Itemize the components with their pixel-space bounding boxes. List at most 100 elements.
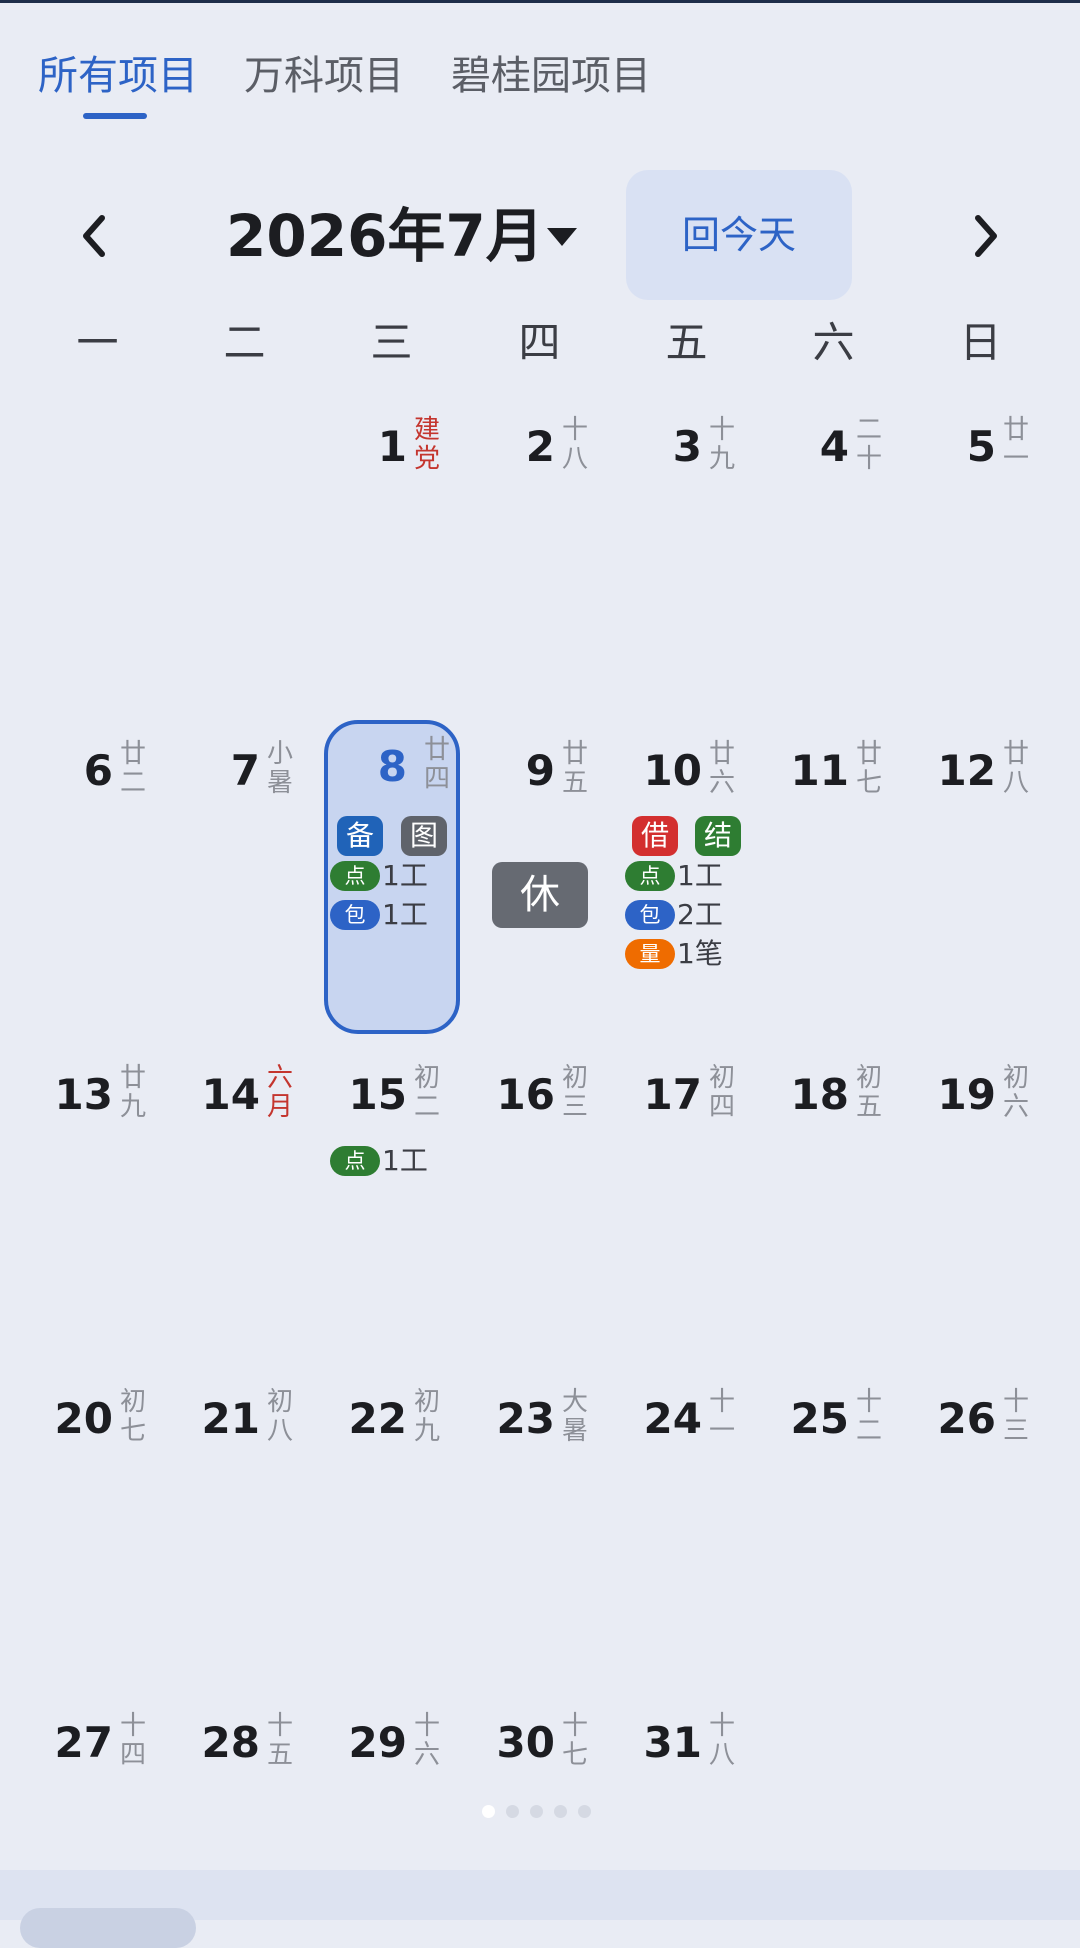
day-number: 18 <box>790 1070 849 1119</box>
day-cell[interactable]: 27 十四 <box>24 1696 171 1796</box>
day-number: 30 <box>496 1718 555 1767</box>
event-count: 1笔 <box>677 937 723 970</box>
day-cell[interactable]: 24 十一 <box>613 1372 760 1682</box>
day-cell[interactable]: 30 十七 <box>466 1696 613 1796</box>
lunar-date: 廿七 <box>855 739 882 798</box>
day-cell[interactable]: 2 十八 <box>466 400 613 710</box>
day-cell[interactable]: 22 初九 <box>318 1372 465 1682</box>
event-count: 1工 <box>382 1144 428 1177</box>
lunar-date: 初四 <box>708 1063 735 1122</box>
day-cell-selected[interactable]: 8 廿四 备 图 点 1工 包 1工 <box>297 720 460 1034</box>
day-cell[interactable]: 5 廿一 <box>907 400 1054 710</box>
tab-all-projects[interactable]: 所有项目 <box>38 50 198 102</box>
next-month-button[interactable] <box>954 206 1014 266</box>
day-number: 24 <box>643 1394 702 1443</box>
day-cell[interactable]: 16 初三 <box>466 1048 613 1358</box>
day-number: 19 <box>937 1070 996 1119</box>
day-number: 27 <box>54 1718 113 1767</box>
day-cell[interactable]: 4 二十 <box>760 400 907 710</box>
day-cell[interactable]: 7 小暑 <box>171 724 318 1034</box>
lunar-date: 初七 <box>119 1387 146 1446</box>
lunar-date: 十六 <box>413 1711 440 1770</box>
page-dot <box>530 1805 543 1818</box>
weekday-label: 六 <box>812 318 855 367</box>
event-pill-bao[interactable]: 包 <box>330 900 380 930</box>
day-number: 22 <box>348 1394 407 1443</box>
day-number: 25 <box>790 1394 849 1443</box>
day-cell[interactable]: 12 廿八 <box>907 724 1054 1034</box>
lunar-date: 六月 <box>266 1063 293 1122</box>
lunar-date: 十九 <box>708 415 735 474</box>
event-badge-settle[interactable]: 结 <box>695 816 741 856</box>
lunar-date: 十一 <box>708 1387 735 1446</box>
day-number: 12 <box>937 746 996 795</box>
day-cell[interactable]: 19 初六 <box>907 1048 1054 1358</box>
day-cell[interactable]: 18 初五 <box>760 1048 907 1358</box>
lunar-date: 初二 <box>413 1063 440 1122</box>
bottom-tab-partial[interactable] <box>20 1908 196 1948</box>
day-cell[interactable]: 10 廿六 借 结 点 1工 包 2工 量 1笔 <box>613 724 760 1034</box>
lunar-date: 廿八 <box>1002 739 1029 798</box>
day-cell[interactable]: 13 廿九 <box>24 1048 171 1358</box>
day-number: 6 <box>83 746 113 795</box>
lunar-date: 二十 <box>855 415 882 474</box>
day-number: 10 <box>643 746 702 795</box>
tab-country-garden-projects[interactable]: 碧桂园项目 <box>451 50 651 102</box>
day-cell[interactable]: 11 廿七 <box>760 724 907 1034</box>
event-pill-dian[interactable]: 点 <box>625 861 675 891</box>
prev-month-button[interactable] <box>66 206 126 266</box>
day-cell[interactable]: 29 十六 <box>318 1696 465 1796</box>
event-count: 1工 <box>382 859 428 892</box>
day-cell[interactable]: 14 六月 <box>171 1048 318 1358</box>
lunar-date: 建党 <box>413 415 440 474</box>
day-number: 7 <box>230 746 260 795</box>
day-cell[interactable]: 28 十五 <box>171 1696 318 1796</box>
weekday-label: 四 <box>518 318 561 367</box>
day-cell[interactable]: 6 廿二 <box>24 724 171 1034</box>
weekday-label: 一 <box>76 318 119 367</box>
event-pill-dian[interactable]: 点 <box>330 861 380 891</box>
day-number: 1 <box>377 422 407 471</box>
event-pill-dian[interactable]: 点 <box>330 1146 380 1176</box>
day-cell[interactable]: 26 十三 <box>907 1372 1054 1682</box>
day-cell[interactable]: 20 初七 <box>24 1372 171 1682</box>
day-cell[interactable]: 23 大暑 <box>466 1372 613 1682</box>
event-badge-borrow[interactable]: 借 <box>632 816 678 856</box>
day-number: 3 <box>672 422 702 471</box>
lunar-date: 廿四 <box>423 735 450 794</box>
event-count: 1工 <box>677 859 723 892</box>
status-edge-line <box>0 0 1080 3</box>
lunar-date: 大暑 <box>561 1387 588 1446</box>
day-number: 21 <box>201 1394 260 1443</box>
lunar-date: 初八 <box>266 1387 293 1446</box>
weekday-label: 二 <box>223 318 266 367</box>
weekday-label: 日 <box>959 318 1002 367</box>
day-cell[interactable]: 3 十九 <box>613 400 760 710</box>
lunar-date: 廿九 <box>119 1063 146 1122</box>
day-cell[interactable]: 1 建党 <box>318 400 465 710</box>
event-badge-drawing[interactable]: 图 <box>401 816 447 856</box>
page-dot-active <box>482 1805 495 1818</box>
event-pill-bao[interactable]: 包 <box>625 900 675 930</box>
day-number: 29 <box>348 1718 407 1767</box>
page-dot <box>506 1805 519 1818</box>
month-picker-button[interactable] <box>544 222 580 252</box>
month-title[interactable]: 2026年7月 <box>226 200 544 272</box>
lunar-date: 十八 <box>561 415 588 474</box>
lunar-date: 十四 <box>119 1711 146 1770</box>
event-pill-liang[interactable]: 量 <box>625 939 675 969</box>
event-count: 2工 <box>677 898 723 931</box>
day-cell[interactable]: 15 初二 点 1工 <box>318 1048 465 1358</box>
active-tab-indicator <box>83 113 147 119</box>
day-cell[interactable]: 31 十八 <box>613 1696 760 1796</box>
back-to-today-button[interactable]: 回今天 <box>626 170 852 300</box>
lunar-date: 十八 <box>708 1711 735 1770</box>
lunar-date: 廿一 <box>1002 415 1029 474</box>
day-cell[interactable]: 21 初八 <box>171 1372 318 1682</box>
day-cell[interactable]: 25 十二 <box>760 1372 907 1682</box>
tab-vanke-projects[interactable]: 万科项目 <box>244 50 404 102</box>
day-cell[interactable]: 17 初四 <box>613 1048 760 1358</box>
event-badge-backup[interactable]: 备 <box>337 816 383 856</box>
day-number: 23 <box>496 1394 555 1443</box>
day-number: 20 <box>54 1394 113 1443</box>
